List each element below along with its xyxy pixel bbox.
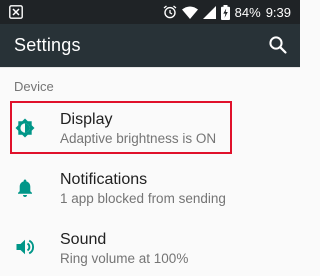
alarm-icon (163, 5, 177, 19)
item-subtitle: Ring volume at 100% (60, 251, 189, 266)
battery-percent: 84% (234, 4, 261, 20)
status-bar: 84% 9:39 (0, 0, 300, 24)
cellular-signal-icon (202, 5, 216, 19)
status-time: 9:39 (265, 4, 291, 20)
section-header: Device (14, 79, 54, 94)
highlight-box (10, 101, 232, 154)
page-title: Settings (14, 35, 81, 55)
item-title: Sound (60, 231, 107, 248)
list-item-sound[interactable]: Sound Ring volume at 100% (0, 220, 300, 276)
bell-icon (14, 177, 36, 199)
search-icon[interactable] (266, 33, 290, 57)
battery-charging-icon (220, 4, 230, 20)
item-title: Notifications (60, 171, 148, 188)
volume-icon (14, 236, 36, 258)
list-item-notifications[interactable]: Notifications 1 app blocked from sending (0, 160, 300, 216)
wifi-icon (181, 6, 198, 19)
notification-x-icon (9, 5, 23, 19)
app-bar: Settings (0, 24, 300, 67)
item-subtitle: 1 app blocked from sending (60, 191, 226, 206)
divider (0, 67, 300, 68)
